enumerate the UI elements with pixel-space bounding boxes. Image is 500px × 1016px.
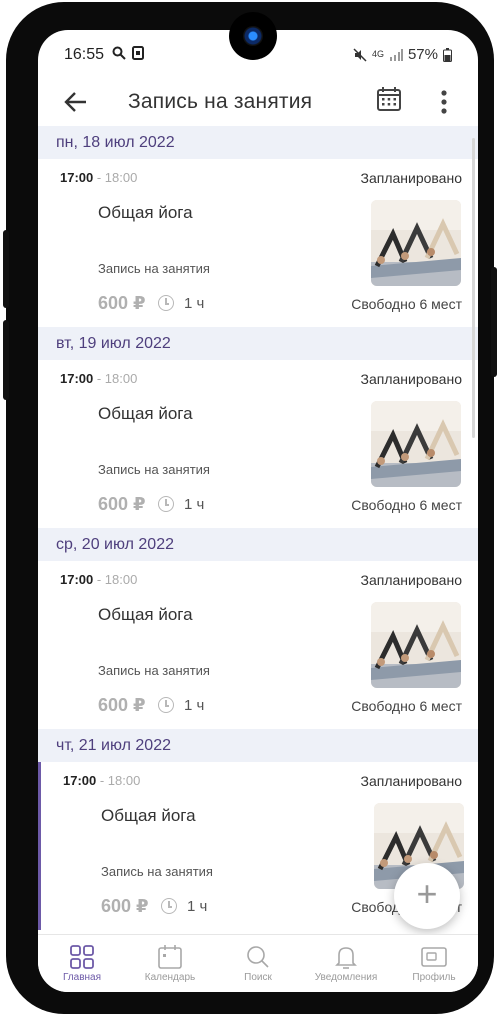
schedule-list[interactable]: пн, 18 июл 2022 17:00 - 18:00 Запланиров… — [38, 126, 478, 942]
volume-button — [3, 230, 9, 308]
free-spots: Свободно 6 мест — [351, 698, 462, 714]
class-time: 17:00 - 18:00 — [60, 371, 138, 386]
app-notification-icon — [132, 46, 144, 60]
class-time: 17:00 - 18:00 — [63, 773, 141, 788]
yoga-photo — [371, 401, 461, 487]
front-camera — [229, 12, 277, 60]
class-kind: Запись на занятия — [98, 261, 210, 276]
class-duration: 1 ч — [184, 496, 205, 513]
class-card[interactable]: 17:00 - 18:00 Запланировано Общая йога З… — [38, 159, 478, 327]
class-card[interactable]: 17:00 - 18:00 Запланировано Общая йога З… — [38, 561, 478, 729]
class-price: 600 ₽ — [98, 695, 146, 715]
clock-icon — [158, 496, 174, 512]
day-header: ср, 20 июл 2022 — [38, 528, 478, 561]
yoga-photo — [371, 200, 461, 286]
free-spots: Свободно 6 мест — [351, 497, 462, 513]
class-title: Общая йога — [98, 605, 193, 624]
scrollbar[interactable] — [472, 138, 475, 438]
class-kind: Запись на занятия — [98, 663, 210, 678]
nav-label: Главная — [62, 972, 102, 983]
class-kind: Запись на занятия — [98, 462, 210, 477]
calendar-icon — [158, 945, 182, 969]
nav-label: Уведомления — [314, 972, 378, 983]
yoga-photo — [371, 602, 461, 688]
calendar-view-icon[interactable] — [376, 86, 402, 112]
mute-icon — [353, 47, 367, 62]
back-arrow-icon[interactable] — [62, 88, 90, 116]
page-title: Запись на занятия — [128, 90, 313, 113]
day-header: чт, 21 июл 2022 — [38, 729, 478, 762]
class-kind: Запись на занятия — [101, 864, 213, 879]
class-price: 600 ₽ — [98, 293, 146, 313]
class-price: 600 ₽ — [101, 896, 149, 916]
screen: 16:55 4G 57% Запись на занятия пн, 18 ию… — [38, 30, 478, 992]
status-time: 16:55 — [64, 46, 105, 63]
nav-label: Профиль — [412, 972, 456, 983]
class-status: Запланировано — [360, 572, 463, 588]
clock-icon — [158, 697, 174, 713]
search-status-icon — [112, 46, 126, 60]
class-status: Запланировано — [360, 371, 463, 387]
power-button — [491, 267, 497, 377]
grid-icon — [70, 945, 94, 969]
nav-item-calendar[interactable]: Календарь — [126, 935, 214, 992]
phone-frame: 16:55 4G 57% Запись на занятия пн, 18 ию… — [3, 2, 497, 1014]
class-title: Общая йога — [98, 203, 193, 222]
more-options-icon[interactable] — [438, 88, 450, 116]
class-card[interactable]: 17:00 - 18:00 Запланировано Общая йога З… — [38, 360, 478, 528]
nav-label: Календарь — [144, 972, 196, 983]
class-status: Запланировано — [360, 170, 463, 186]
battery-percent: 57% — [407, 46, 438, 63]
class-duration: 1 ч — [184, 295, 205, 312]
class-time: 17:00 - 18:00 — [60, 572, 138, 587]
clock-icon — [158, 295, 174, 311]
network-type: 4G — [371, 49, 384, 59]
signal-icon — [389, 48, 403, 61]
nav-item-notifications[interactable]: Уведомления — [302, 935, 390, 992]
profile-card-icon — [421, 947, 447, 967]
bell-icon — [335, 947, 357, 969]
class-title: Общая йога — [101, 806, 196, 825]
search-icon — [247, 946, 269, 968]
class-status: Запланировано — [360, 773, 463, 789]
battery-icon — [443, 47, 452, 62]
day-header: пн, 18 июл 2022 — [38, 126, 478, 159]
free-spots: Свободно 6 мест — [351, 296, 462, 312]
class-time: 17:00 - 18:00 — [60, 170, 138, 185]
day-header: вт, 19 июл 2022 — [38, 327, 478, 360]
nav-label: Поиск — [244, 972, 272, 983]
class-duration: 1 ч — [184, 697, 205, 714]
class-duration: 1 ч — [187, 898, 208, 915]
side-button — [3, 320, 9, 400]
nav-item-home[interactable]: Главная — [38, 935, 126, 992]
nav-item-search[interactable]: Поиск — [214, 935, 302, 992]
clock-icon — [161, 898, 177, 914]
add-button[interactable]: + — [394, 863, 460, 929]
class-title: Общая йога — [98, 404, 193, 423]
nav-item-profile[interactable]: Профиль — [390, 935, 478, 992]
class-price: 600 ₽ — [98, 494, 146, 514]
app-bar: Запись на занятия — [38, 78, 478, 126]
bottom-navigation: Главная Календарь Поиск Уведомления Проф… — [38, 934, 478, 992]
